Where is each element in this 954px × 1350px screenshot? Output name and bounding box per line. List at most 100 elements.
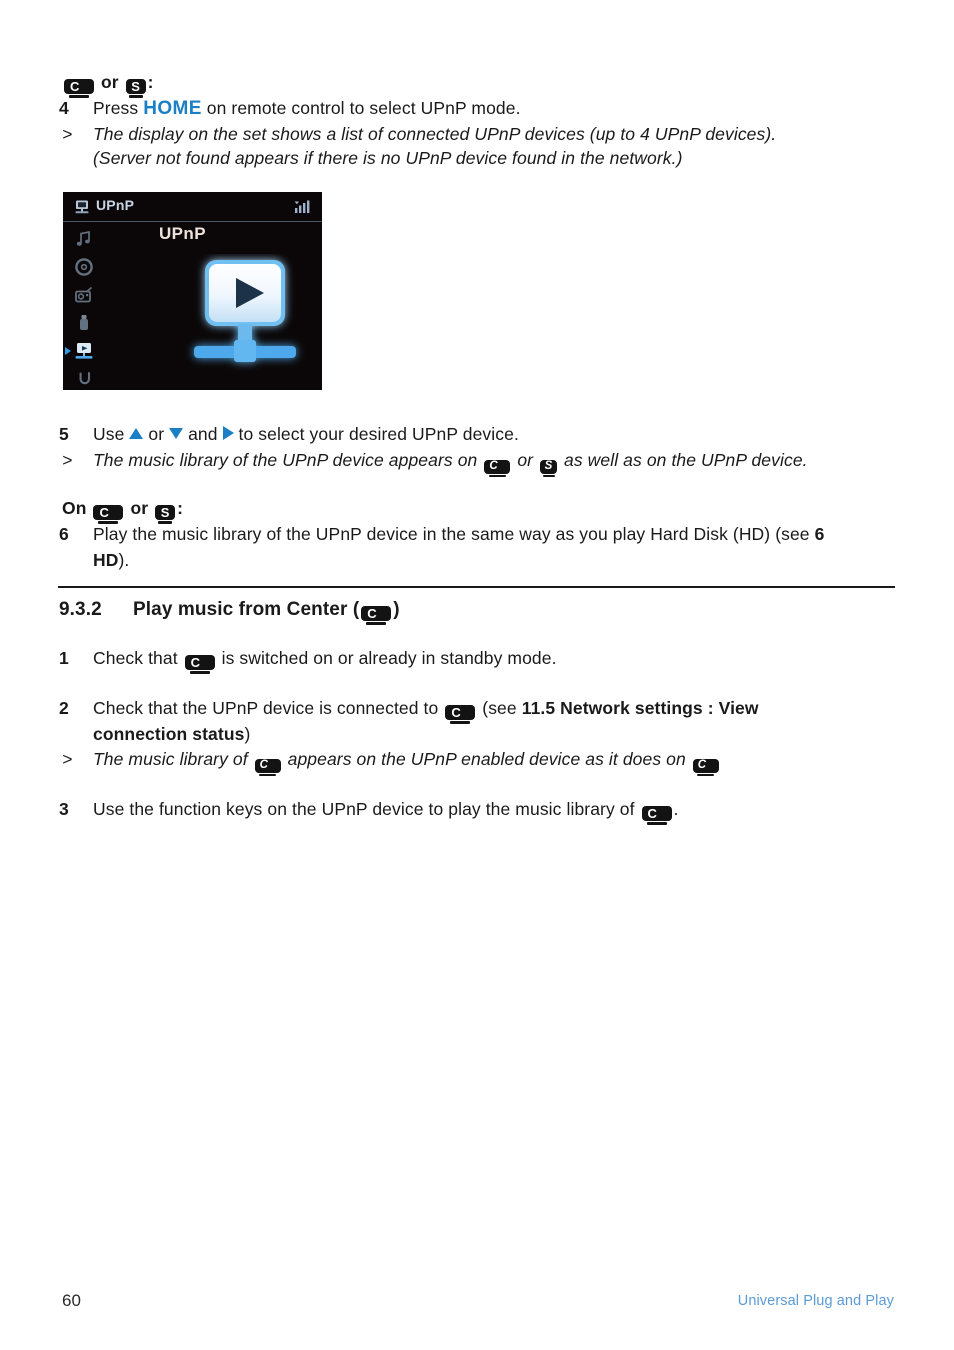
center-badge-icon: C [93,505,124,524]
badge-base [189,671,210,674]
result-5-text: The music library of the UPnP device app… [93,448,808,477]
step-2-reference: 11.5 Network settings : View [521,698,759,718]
step-2-reference-cont: connection status [93,724,245,744]
step-6-ref-label: HD [93,550,119,570]
badge-base [542,474,555,477]
device-applicability-line: C or S : [62,70,154,98]
step-1-text: Check that C is switched on or already i… [93,646,557,674]
badge-base [69,95,89,98]
home-keyword: HOME [143,98,202,119]
step-2-see: (see [482,698,517,718]
or-text: or [100,72,119,92]
station-badge-icon: S [540,460,558,477]
section-number-932: 9.3.2 [59,599,102,620]
or-text: or [130,498,149,518]
step-1-after: is switched on or already in standby mod… [221,648,557,668]
upnp-device-icon [74,199,90,215]
center-badge-icon: C [692,759,719,776]
section-title-text: Play music from Center ( [133,599,360,620]
result-marker-5: > [62,450,73,470]
upnp-network-play-icon [181,254,309,378]
step-number-1: 1 [59,648,69,668]
badge-base [488,474,506,477]
result-2-part-2: appears on the UPnP enabled device as it… [287,749,686,769]
badge-base [450,721,471,724]
result-marker-4: > [62,124,73,144]
usb-stick-icon[interactable] [74,313,94,333]
section-title-932: Play music from Center ( C ) [133,597,400,625]
result-4-line-1: The display on the set shows a list of c… [93,124,777,144]
result-2-part-1: The music library of [93,749,248,769]
badge-base [259,773,277,776]
footer-chapter-title: Universal Plug and Play [737,1293,894,1309]
cd-disc-icon[interactable] [74,257,94,277]
badge-base [366,622,387,625]
step-1-before: Check that [93,648,178,668]
center-badge-icon: C [641,806,672,825]
step-5-and: and [188,424,218,444]
station-badge-icon: S [155,505,176,524]
lcd-screenshot: UPnP UPnP [63,192,322,390]
step-number-6: 6 [59,524,69,544]
colon-text: : [147,72,154,92]
section-title-paren: ) [393,599,400,620]
step-6-text-a: Play the music library of the UPnP devic… [93,524,810,544]
center-badge-icon: C [184,655,215,674]
step-5-after: to select your desired UPnP device. [238,424,519,444]
step-5-use: Use [93,424,125,444]
center-badge-icon: C [254,759,281,776]
arrow-down-icon [169,428,184,439]
on-device-line: On C or S : [62,496,183,524]
result-4-line-2: (Server not found appears if there is no… [93,148,683,168]
station-badge-icon: S [125,79,146,98]
step-number-5: 5 [59,424,69,444]
step-6-line-2: HD). [93,548,129,573]
step-6-line-2-rest: ). [118,550,130,570]
step-6-line-1: Play the music library of the UPnP devic… [93,522,824,547]
step-3-text: Use the function keys on the UPnP device… [93,797,679,825]
arrow-up-icon [129,428,144,439]
page-number: 60 [62,1291,81,1310]
badge-base [646,822,667,825]
result-5-or: or [517,450,534,470]
on-text: On [62,498,87,518]
signal-strength-icon [294,200,312,214]
upnp-icon[interactable] [74,341,94,361]
step-number-4: 4 [59,98,69,118]
music-note-icon[interactable] [74,229,94,249]
lcd-header: UPnP [63,192,322,222]
step-3-after: . [673,799,679,819]
lcd-header-title: UPnP [96,197,135,213]
result-5-part-1: The music library of the UPnP device app… [93,450,478,470]
section-divider [58,586,895,588]
result-5-part-2: as well as on the UPnP device. [564,450,808,470]
lcd-screen-title: UPnP [159,224,206,243]
selection-arrow-icon [65,347,71,355]
step-number-2: 2 [59,698,69,718]
arrow-right-icon [222,426,234,440]
center-badge-icon: C [484,460,511,477]
center-badge-icon: C [445,705,476,724]
badge-base [697,773,715,776]
center-badge-icon: C [361,606,392,625]
step-4-text: Press HOME on remote control to select U… [93,96,521,121]
step-6-ref-number: 6 [814,524,825,544]
return-arrow-icon[interactable] [74,369,94,389]
result-marker-2: > [62,749,73,769]
step-4-text-before: Press [93,98,139,118]
step-5-text: Use or and to select your desired UPnP d… [93,422,519,447]
center-badge-icon: C [64,79,94,98]
result-2-text: The music library of C appears on the UP… [93,747,721,776]
step-2-before: Check that the UPnP device is connected … [93,698,439,718]
step-2-closing-paren: ) [244,724,251,744]
step-5-or: or [148,424,165,444]
step-2-line-2: connection status) [93,722,250,747]
document-page: C or S : 4 Press HOME on remote control … [0,0,954,1350]
step-3-before: Use the function keys on the UPnP device… [93,799,635,819]
radio-icon[interactable] [74,285,94,305]
step-4-text-after: on remote control to select UPnP mode. [206,98,521,118]
colon-text: : [177,498,184,518]
step-number-3: 3 [59,799,69,819]
lcd-sidebar [63,223,105,390]
step-2-line-1: Check that the UPnP device is connected … [93,696,759,724]
